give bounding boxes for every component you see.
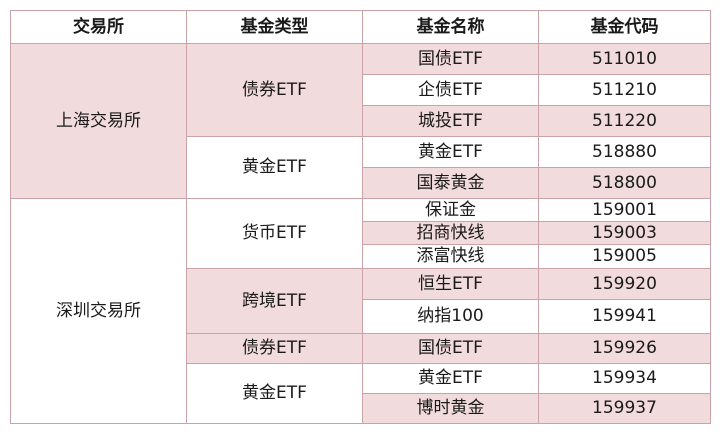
- fund-code-cell: 159003: [538, 221, 711, 245]
- fund-code-cell: 159941: [538, 299, 711, 334]
- table-row: 上海交易所 债券ETF 国债ETF 511010: [10, 43, 711, 199]
- table-row: 深圳交易所 货币ETF 保证金 159001: [10, 198, 711, 424]
- fund-code-cell: 511210: [538, 74, 711, 106]
- fund-code-cell: 511010: [538, 43, 711, 75]
- fund-name-cell: 企债ETF: [362, 74, 539, 106]
- type-cell: 黄金ETF: [186, 136, 363, 199]
- fund-name-cell: 国债ETF: [362, 333, 539, 364]
- fund-code-cell: 518880: [538, 136, 711, 168]
- etf-table: 交易所 基金类型 基金名称 基金代码 上海交易所 债券ETF 国债ETF 511…: [10, 10, 711, 424]
- header-row: 交易所 基金类型 基金名称 基金代码: [10, 10, 711, 44]
- fund-code-cell: 159934: [538, 363, 711, 394]
- fund-code-cell: 159920: [538, 268, 711, 300]
- fund-code-cell: 159005: [538, 244, 711, 269]
- fund-name-cell: 国泰黄金: [362, 167, 539, 199]
- fund-name-cell: 国债ETF: [362, 43, 539, 75]
- exchange-cell-shanghai: 上海交易所: [10, 43, 187, 199]
- header-fund-name: 基金名称: [362, 10, 539, 44]
- fund-name-cell: 黄金ETF: [362, 363, 539, 394]
- type-cell: 债券ETF: [186, 43, 363, 137]
- type-cell: 货币ETF: [186, 198, 363, 269]
- header-fund-type: 基金类型: [186, 10, 363, 44]
- fund-name-cell: 保证金: [362, 198, 539, 222]
- fund-code-cell: 159926: [538, 333, 711, 364]
- fund-code-cell: 159001: [538, 198, 711, 222]
- fund-name-cell: 纳指100: [362, 299, 539, 334]
- fund-code-cell: 511220: [538, 105, 711, 137]
- header-exchange: 交易所: [10, 10, 187, 44]
- header-fund-code: 基金代码: [538, 10, 711, 44]
- fund-name-cell: 添富快线: [362, 244, 539, 269]
- fund-name-cell: 恒生ETF: [362, 268, 539, 300]
- type-cell: 黄金ETF: [186, 363, 363, 424]
- fund-code-cell: 159937: [538, 393, 711, 424]
- fund-name-cell: 博时黄金: [362, 393, 539, 424]
- fund-name-cell: 黄金ETF: [362, 136, 539, 168]
- fund-name-cell: 城投ETF: [362, 105, 539, 137]
- fund-name-cell: 招商快线: [362, 221, 539, 245]
- type-cell: 债券ETF: [186, 333, 363, 364]
- type-cell: 跨境ETF: [186, 268, 363, 334]
- fund-code-cell: 518800: [538, 167, 711, 199]
- exchange-cell-shenzhen: 深圳交易所: [10, 198, 187, 424]
